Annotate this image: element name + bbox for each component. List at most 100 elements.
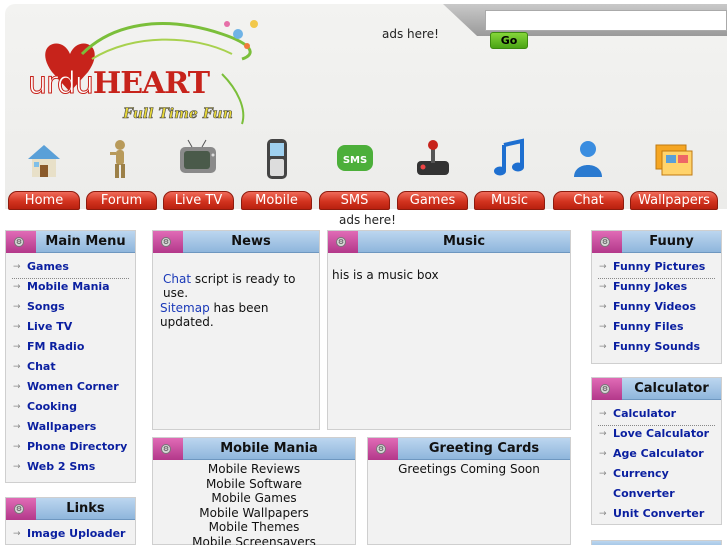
- funny-item-files[interactable]: Funny Files: [598, 319, 715, 339]
- funny-box: ⚙ Fuuny Funny Pictures Funny Jokes Funny…: [591, 230, 722, 364]
- links-item-image-uploader[interactable]: Image Uploader: [12, 526, 129, 545]
- nav-chat-button[interactable]: Chat: [553, 191, 624, 210]
- music-box: ⚙ Music his is a music box: [327, 230, 571, 430]
- links-list: Image Uploader: [12, 526, 129, 545]
- funny-item-videos[interactable]: Funny Videos: [598, 299, 715, 319]
- chat-user-icon[interactable]: [566, 137, 610, 181]
- mobile-mania-item[interactable]: Mobile Screensavers: [153, 535, 355, 545]
- box-tab: ⚙: [153, 231, 183, 253]
- logo-text: urduHEART: [28, 66, 211, 102]
- calculator-item-currency-cont[interactable]: Converter: [598, 486, 715, 506]
- nav-games-button[interactable]: Games: [397, 191, 468, 210]
- music-title: Music: [442, 234, 486, 249]
- links-title: Links: [66, 501, 105, 516]
- mobile-mania-item[interactable]: Mobile Reviews: [153, 462, 355, 477]
- news-sitemap-link[interactable]: Sitemap: [160, 301, 210, 315]
- logo-heart: HEART: [92, 66, 210, 101]
- funny-item-jokes[interactable]: Funny Jokes: [598, 279, 715, 299]
- funny-header: ⚙ Fuuny: [592, 231, 721, 253]
- main-menu-item-cooking[interactable]: Cooking: [12, 399, 129, 419]
- gear-icon: ⚙: [376, 444, 386, 454]
- calculator-item-age[interactable]: Age Calculator: [598, 446, 715, 466]
- main-menu-item-live-tv[interactable]: Live TV: [12, 319, 129, 339]
- main-menu-box: ⚙ Main Menu Games Mobile Mania Songs Liv…: [5, 230, 136, 483]
- mobile-mania-list: Mobile Reviews Mobile Software Mobile Ga…: [153, 462, 355, 545]
- page: Go ads here! urduHEART Full Time Fun SMS: [0, 0, 727, 545]
- news-line-2: Sitemap has been updated.: [160, 301, 319, 329]
- mobile-mania-title: Mobile Mania: [220, 441, 318, 456]
- calculator-item-calculator[interactable]: Calculator: [598, 406, 715, 426]
- main-menu-header: ⚙ Main Menu: [6, 231, 135, 253]
- nav-music-button[interactable]: Music: [474, 191, 545, 210]
- ads-top: ads here!: [382, 27, 439, 41]
- person-icon[interactable]: [98, 137, 142, 181]
- next-box-header: [592, 541, 721, 545]
- main-menu-item-songs[interactable]: Songs: [12, 299, 129, 319]
- nav-home-button[interactable]: Home: [8, 191, 80, 210]
- greeting-cards-text: Greetings Coming Soon: [398, 462, 540, 476]
- logo-urdu: urdu: [28, 66, 95, 102]
- news-box: ⚙ News Chat script is ready to use. Site…: [152, 230, 320, 430]
- nav-live-tv-button[interactable]: Live TV: [163, 191, 234, 210]
- mobile-mania-header: ⚙ Mobile Mania: [153, 438, 355, 460]
- nav-forum-button[interactable]: Forum: [86, 191, 157, 210]
- calculator-item-unit[interactable]: Unit Converter: [598, 506, 715, 526]
- box-tab: ⚙: [592, 378, 622, 400]
- funny-item-sounds[interactable]: Funny Sounds: [598, 339, 715, 359]
- funny-item-pictures[interactable]: Funny Pictures: [598, 259, 715, 279]
- box-tab: ⚙: [368, 438, 398, 460]
- main-menu-item-phone-directory[interactable]: Phone Directory: [12, 439, 129, 459]
- links-box: ⚙ Links Image Uploader: [5, 497, 136, 545]
- logo-tagline: Full Time Fun: [123, 106, 233, 123]
- main-menu-item-chat[interactable]: Chat: [12, 359, 129, 379]
- gear-icon: ⚙: [600, 384, 610, 394]
- greeting-cards-box: ⚙ Greeting Cards Greetings Coming Soon: [367, 437, 571, 545]
- nav-wallpapers-button[interactable]: Wallpapers: [630, 191, 718, 210]
- main-menu-item-games[interactable]: Games: [12, 259, 129, 279]
- nav-sms-button[interactable]: SMS: [319, 191, 390, 210]
- links-header: ⚙ Links: [6, 498, 135, 520]
- mobile-mania-item[interactable]: Mobile Software: [153, 477, 355, 492]
- gear-icon: ⚙: [336, 237, 346, 247]
- main-menu-item-fm-radio[interactable]: FM Radio: [12, 339, 129, 359]
- sms-icon[interactable]: SMS: [333, 137, 377, 181]
- box-tab: ⚙: [153, 438, 183, 460]
- logo[interactable]: urduHEART Full Time Fun: [22, 14, 272, 126]
- news-line-1: Chat script is ready to use.: [163, 272, 319, 300]
- box-tab: ⚙: [6, 231, 36, 253]
- news-chat-link[interactable]: Chat: [163, 272, 191, 286]
- calculator-title: Calculator: [634, 381, 709, 396]
- go-button[interactable]: Go: [490, 32, 528, 49]
- next-box-edge: [591, 540, 722, 545]
- phone-icon[interactable]: [255, 137, 299, 181]
- nav-mobile-button[interactable]: Mobile: [241, 191, 312, 210]
- calculator-item-currency[interactable]: Currency: [598, 466, 715, 486]
- mobile-mania-item[interactable]: Mobile Themes: [153, 520, 355, 535]
- news-header: ⚙ News: [153, 231, 319, 253]
- wallpaper-icon[interactable]: [652, 137, 696, 181]
- music-header: ⚙ Music: [328, 231, 570, 253]
- funny-title: Fuuny: [649, 234, 694, 249]
- music-note-icon[interactable]: [488, 137, 532, 181]
- greeting-cards-content: Greetings Coming Soon: [368, 462, 570, 477]
- gear-icon: ⚙: [600, 237, 610, 247]
- main-menu-item-wallpapers[interactable]: Wallpapers: [12, 419, 129, 439]
- svg-text:SMS: SMS: [343, 155, 367, 166]
- main-menu-item-women-corner[interactable]: Women Corner: [12, 379, 129, 399]
- box-tab: ⚙: [592, 231, 622, 253]
- main-menu-item-mobile-mania[interactable]: Mobile Mania: [12, 279, 129, 299]
- calculator-header: ⚙ Calculator: [592, 378, 721, 400]
- news-title: News: [231, 234, 271, 249]
- mobile-mania-item[interactable]: Mobile Wallpapers: [153, 506, 355, 521]
- mobile-mania-box: ⚙ Mobile Mania Mobile Reviews Mobile Sof…: [152, 437, 356, 545]
- tv-icon[interactable]: [176, 137, 220, 181]
- calculator-box: ⚙ Calculator Calculator Love Calculator …: [591, 377, 722, 525]
- main-menu-item-web-2-sms[interactable]: Web 2 Sms: [12, 459, 129, 479]
- calculator-item-love[interactable]: Love Calculator: [598, 426, 715, 446]
- search-input[interactable]: [485, 10, 727, 31]
- joystick-icon[interactable]: [411, 137, 455, 181]
- mobile-mania-item[interactable]: Mobile Games: [153, 491, 355, 506]
- box-tab: ⚙: [328, 231, 358, 253]
- house-icon[interactable]: [22, 137, 66, 181]
- box-tab: ⚙: [6, 498, 36, 520]
